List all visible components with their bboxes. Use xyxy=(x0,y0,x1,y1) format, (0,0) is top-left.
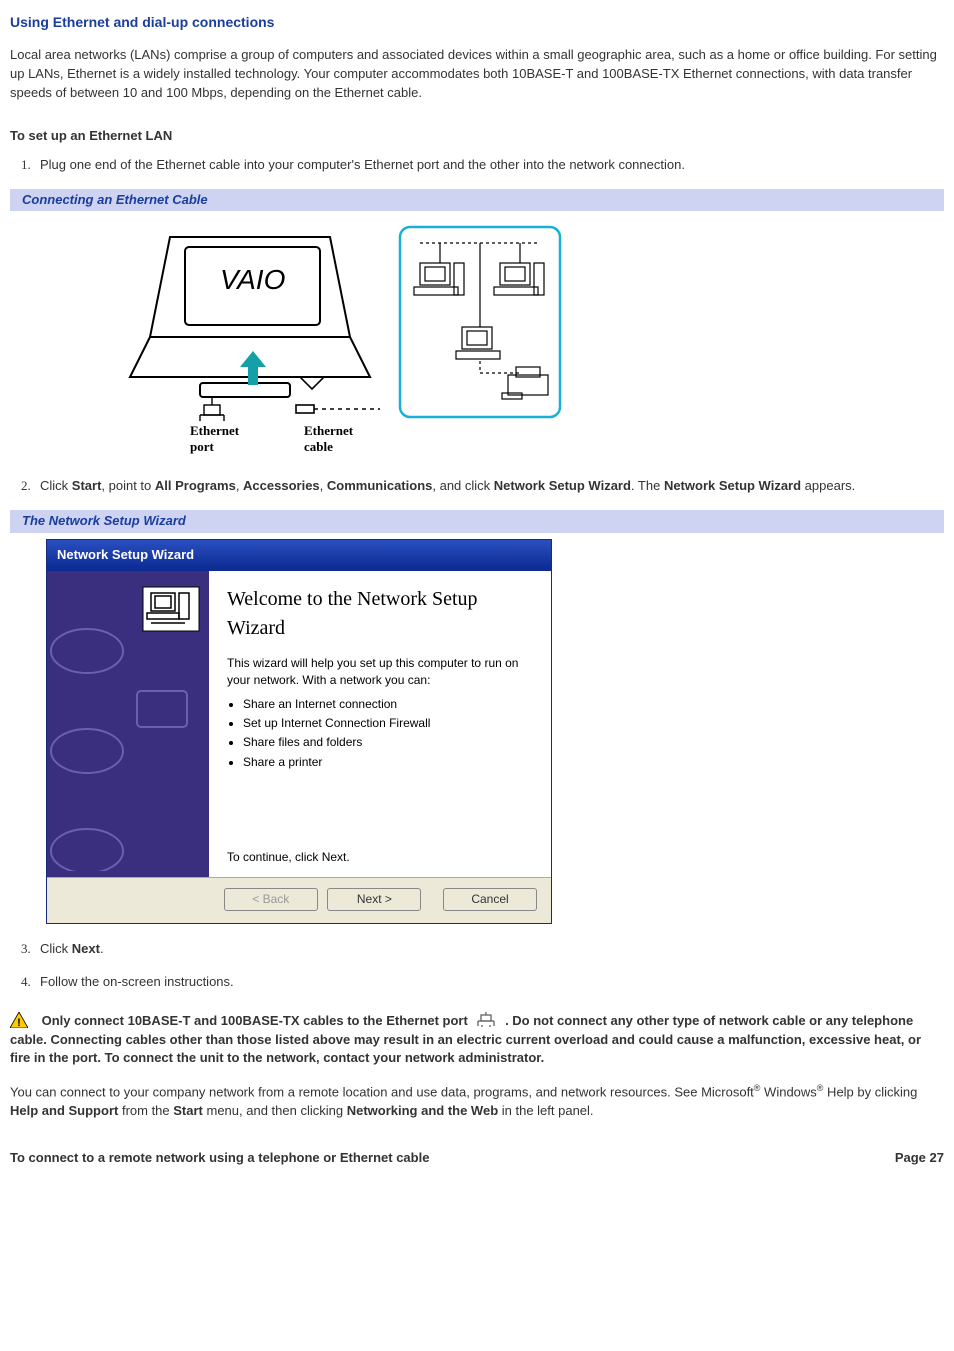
section-heading-remote: To connect to a remote network using a t… xyxy=(10,1149,429,1168)
figure-caption-ethernet: Connecting an Ethernet Cable xyxy=(10,189,944,212)
figure-caption-wizard: The Network Setup Wizard xyxy=(10,510,944,533)
wizard-titlebar: Network Setup Wizard xyxy=(47,540,551,571)
label-ethernet-port: Ethernet xyxy=(190,423,240,438)
svg-text:cable: cable xyxy=(304,439,333,454)
figure-ethernet-diagram: VAIO Ethernet port Ethernet xyxy=(10,217,944,463)
page-number: Page 27 xyxy=(895,1149,944,1168)
label-ethernet-cable: Ethernet xyxy=(304,423,354,438)
wizard-window: Network Setup Wizard xyxy=(46,539,552,924)
step-3: Click Next. xyxy=(34,940,944,959)
next-button[interactable]: Next > xyxy=(327,888,421,911)
cancel-button[interactable]: Cancel xyxy=(443,888,537,911)
intro-paragraph: Local area networks (LANs) comprise a gr… xyxy=(10,46,944,103)
step-1: Plug one end of the Ethernet cable into … xyxy=(34,156,944,175)
wizard-item: Share files and folders xyxy=(243,734,533,751)
wizard-continue-text: To continue, click Next. xyxy=(227,849,533,866)
back-button[interactable]: < Back xyxy=(224,888,318,911)
svg-text:port: port xyxy=(190,439,215,454)
wizard-description: This wizard will help you set up this co… xyxy=(227,655,533,690)
warning-paragraph: ! Only connect 10BASE-T and 100BASE-TX c… xyxy=(10,1012,944,1069)
wizard-item: Set up Internet Connection Firewall xyxy=(243,715,533,732)
wizard-item: Share an Internet connection xyxy=(243,696,533,713)
warning-icon: ! xyxy=(10,1012,28,1028)
wizard-side-graphic xyxy=(47,571,209,877)
page-title: Using Ethernet and dial-up connections xyxy=(10,12,944,32)
wizard-heading: Welcome to the Network Setup Wizard xyxy=(227,585,533,643)
section-heading-setup: To set up an Ethernet LAN xyxy=(10,127,944,146)
svg-text:!: ! xyxy=(17,1017,21,1028)
ethernet-diagram-svg: VAIO Ethernet port Ethernet xyxy=(100,217,570,457)
ethernet-port-icon xyxy=(475,1012,497,1028)
wizard-item: Share a printer xyxy=(243,754,533,771)
svg-text:VAIO: VAIO xyxy=(220,264,285,295)
step-4: Follow the on-screen instructions. xyxy=(34,973,944,992)
step-2: Click Start, point to All Programs, Acce… xyxy=(34,477,944,496)
remote-paragraph: You can connect to your company network … xyxy=(10,1082,944,1121)
